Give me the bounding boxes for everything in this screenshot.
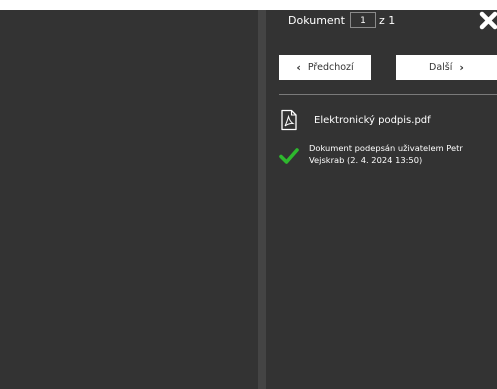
signature-status-text: Dokument podepsán uživatelem Petr Vejskr… bbox=[309, 143, 463, 165]
checkmark-icon bbox=[279, 148, 299, 164]
previous-button-label: Předchozí bbox=[307, 62, 354, 73]
next-button-label: Další bbox=[429, 62, 453, 73]
signature-status: Dokument podepsán uživatelem Petr Vejskr… bbox=[279, 142, 489, 166]
page-number-input[interactable]: 1 bbox=[349, 12, 376, 28]
signature-viewer: Dokument 1 z 1 ‹ Předchozí Další › Elekt… bbox=[0, 0, 497, 389]
divider bbox=[279, 94, 497, 95]
document-label: Dokument bbox=[288, 13, 345, 27]
pdf-file-icon bbox=[281, 109, 297, 131]
page-total: z 1 bbox=[378, 13, 396, 27]
next-button[interactable]: Další › bbox=[396, 55, 497, 80]
pane-splitter[interactable] bbox=[258, 10, 266, 389]
document-preview-area bbox=[0, 10, 258, 389]
previous-button[interactable]: ‹ Předchozí bbox=[279, 55, 371, 80]
file-name: Elektronický podpis.pdf bbox=[314, 114, 431, 126]
side-panel: Dokument 1 z 1 ‹ Předchozí Další › Elekt… bbox=[266, 10, 497, 389]
chevron-right-icon: › bbox=[459, 61, 464, 74]
close-icon bbox=[479, 11, 497, 30]
file-item[interactable]: Elektronický podpis.pdf bbox=[279, 109, 431, 131]
chevron-left-icon: ‹ bbox=[296, 61, 301, 74]
page-indicator: Dokument 1 z 1 bbox=[288, 10, 395, 30]
close-button[interactable] bbox=[476, 10, 497, 32]
